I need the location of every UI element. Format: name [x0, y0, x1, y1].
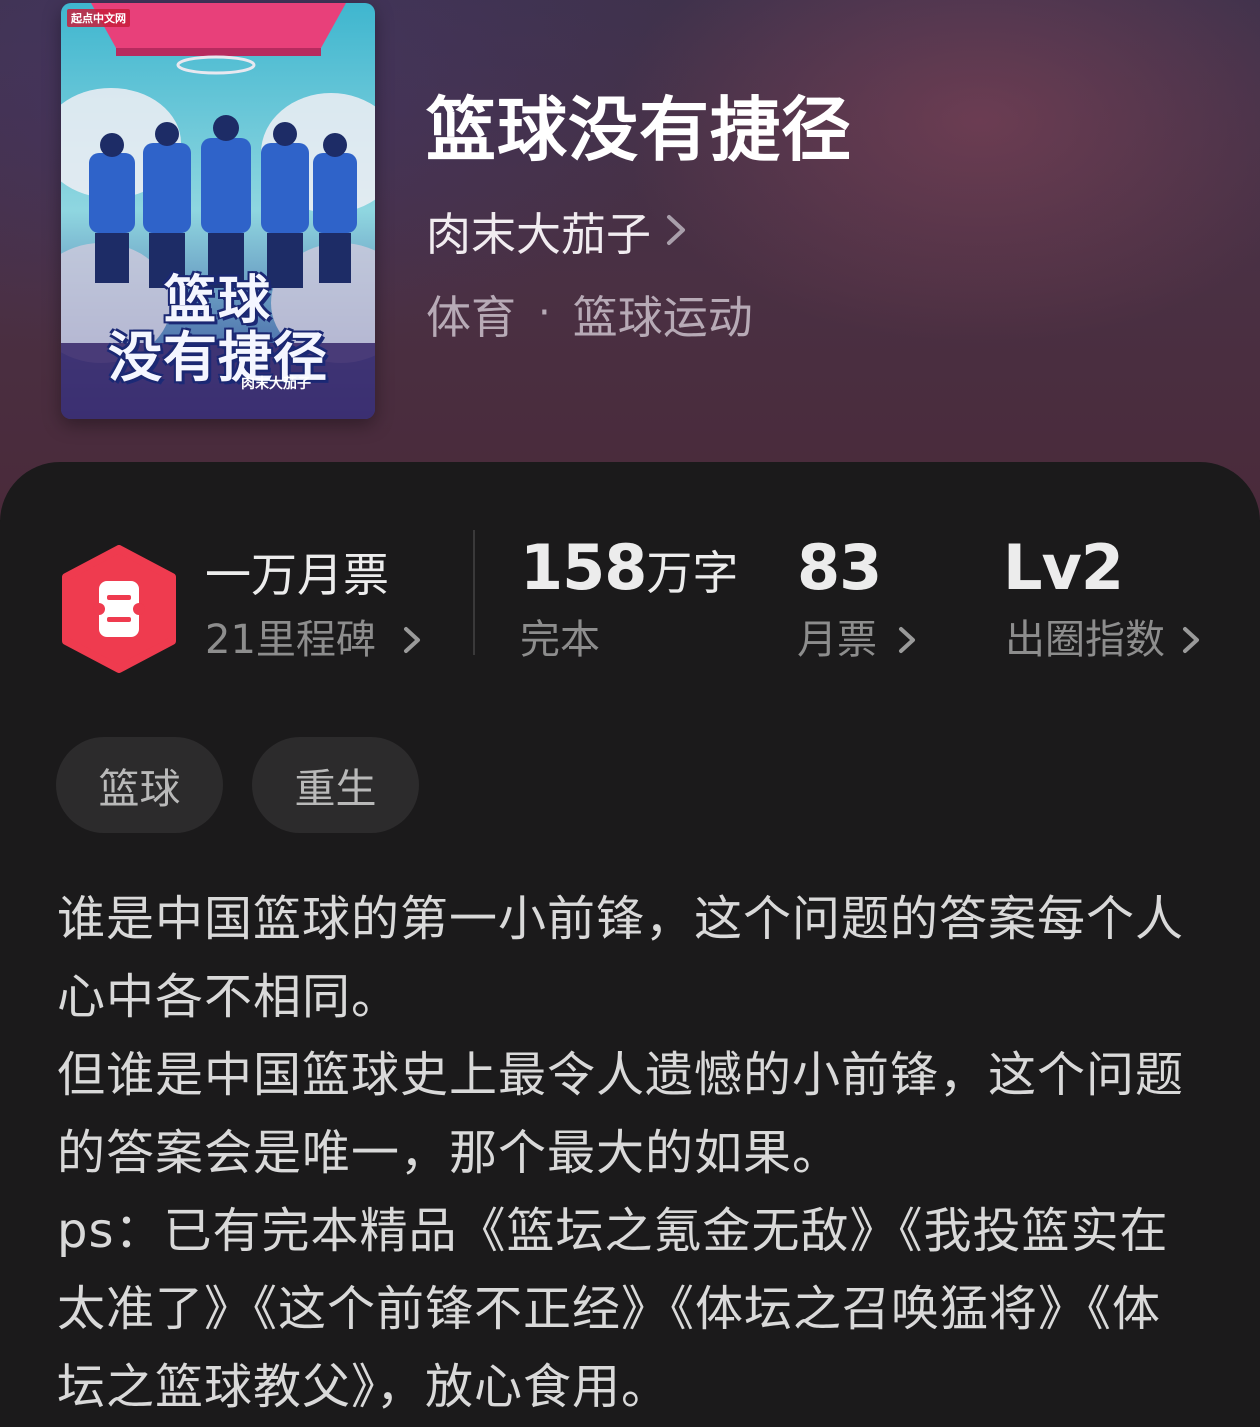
genre-breadcrumb: 体育 · 篮球运动: [426, 281, 753, 346]
milestone-title: 一万月票: [205, 548, 389, 602]
word-count-unit: 万字: [646, 546, 739, 600]
monthly-tickets-label: 月票: [797, 617, 877, 663]
cover-title-line2: 没有捷径: [108, 325, 328, 389]
author-name: 肉末大茄子: [426, 207, 652, 261]
book-title: 篮球没有捷径: [426, 88, 852, 171]
author-link[interactable]: 肉末大茄子: [426, 200, 687, 261]
genre-category[interactable]: 体育: [426, 281, 516, 346]
milestone-label: 21里程碑: [205, 617, 376, 663]
cover-author: 肉末大茄子: [241, 376, 311, 392]
stats-divider: [473, 530, 475, 655]
word-count: 158万字: [520, 532, 738, 609]
genre-separator: ·: [538, 290, 551, 336]
popularity-link[interactable]: 出圈指数: [1005, 615, 1201, 665]
ticket-badge-icon[interactable]: [60, 545, 178, 673]
tag-chip[interactable]: 重生: [252, 737, 419, 833]
chevron-right-icon: [665, 213, 687, 247]
book-description: 谁是中国篮球的第一小前锋，这个问题的答案每个人心中各不相同。 但谁是中国篮球史上…: [57, 880, 1207, 1426]
description-paragraph: ps：已有完本精品《篮坛之氪金无敌》《我投篮实在太准了》《这个前锋不正经》《体坛…: [57, 1203, 1169, 1415]
cover-publisher-logo: 起点中文网: [67, 9, 130, 27]
description-paragraph: 谁是中国篮球的第一小前锋，这个问题的答案每个人心中各不相同。: [57, 891, 1185, 1025]
monthly-tickets-link[interactable]: 月票: [797, 615, 917, 665]
chevron-right-icon: [402, 625, 422, 655]
chevron-right-icon: [1181, 625, 1201, 655]
popularity-index: Lv2: [1003, 531, 1124, 609]
description-paragraph: 但谁是中国篮球史上最令人遗憾的小前锋，这个问题的答案会是唯一，那个最大的如果。: [57, 1047, 1185, 1181]
book-cover[interactable]: 起点中文网 篮球 没有捷径 肉末大茄子: [61, 3, 375, 419]
genre-subcategory[interactable]: 篮球运动: [573, 281, 753, 346]
completion-status: 完本: [520, 617, 600, 663]
monthly-tickets: 83: [797, 531, 882, 609]
milestone-link[interactable]: 21里程碑: [205, 615, 422, 665]
popularity-value: Lv2: [1003, 531, 1124, 604]
word-count-value: 158: [520, 531, 647, 604]
chevron-right-icon: [897, 625, 917, 655]
popularity-label: 出圈指数: [1005, 617, 1165, 663]
monthly-tickets-value: 83: [797, 531, 882, 604]
tag-chip[interactable]: 篮球: [56, 737, 223, 833]
